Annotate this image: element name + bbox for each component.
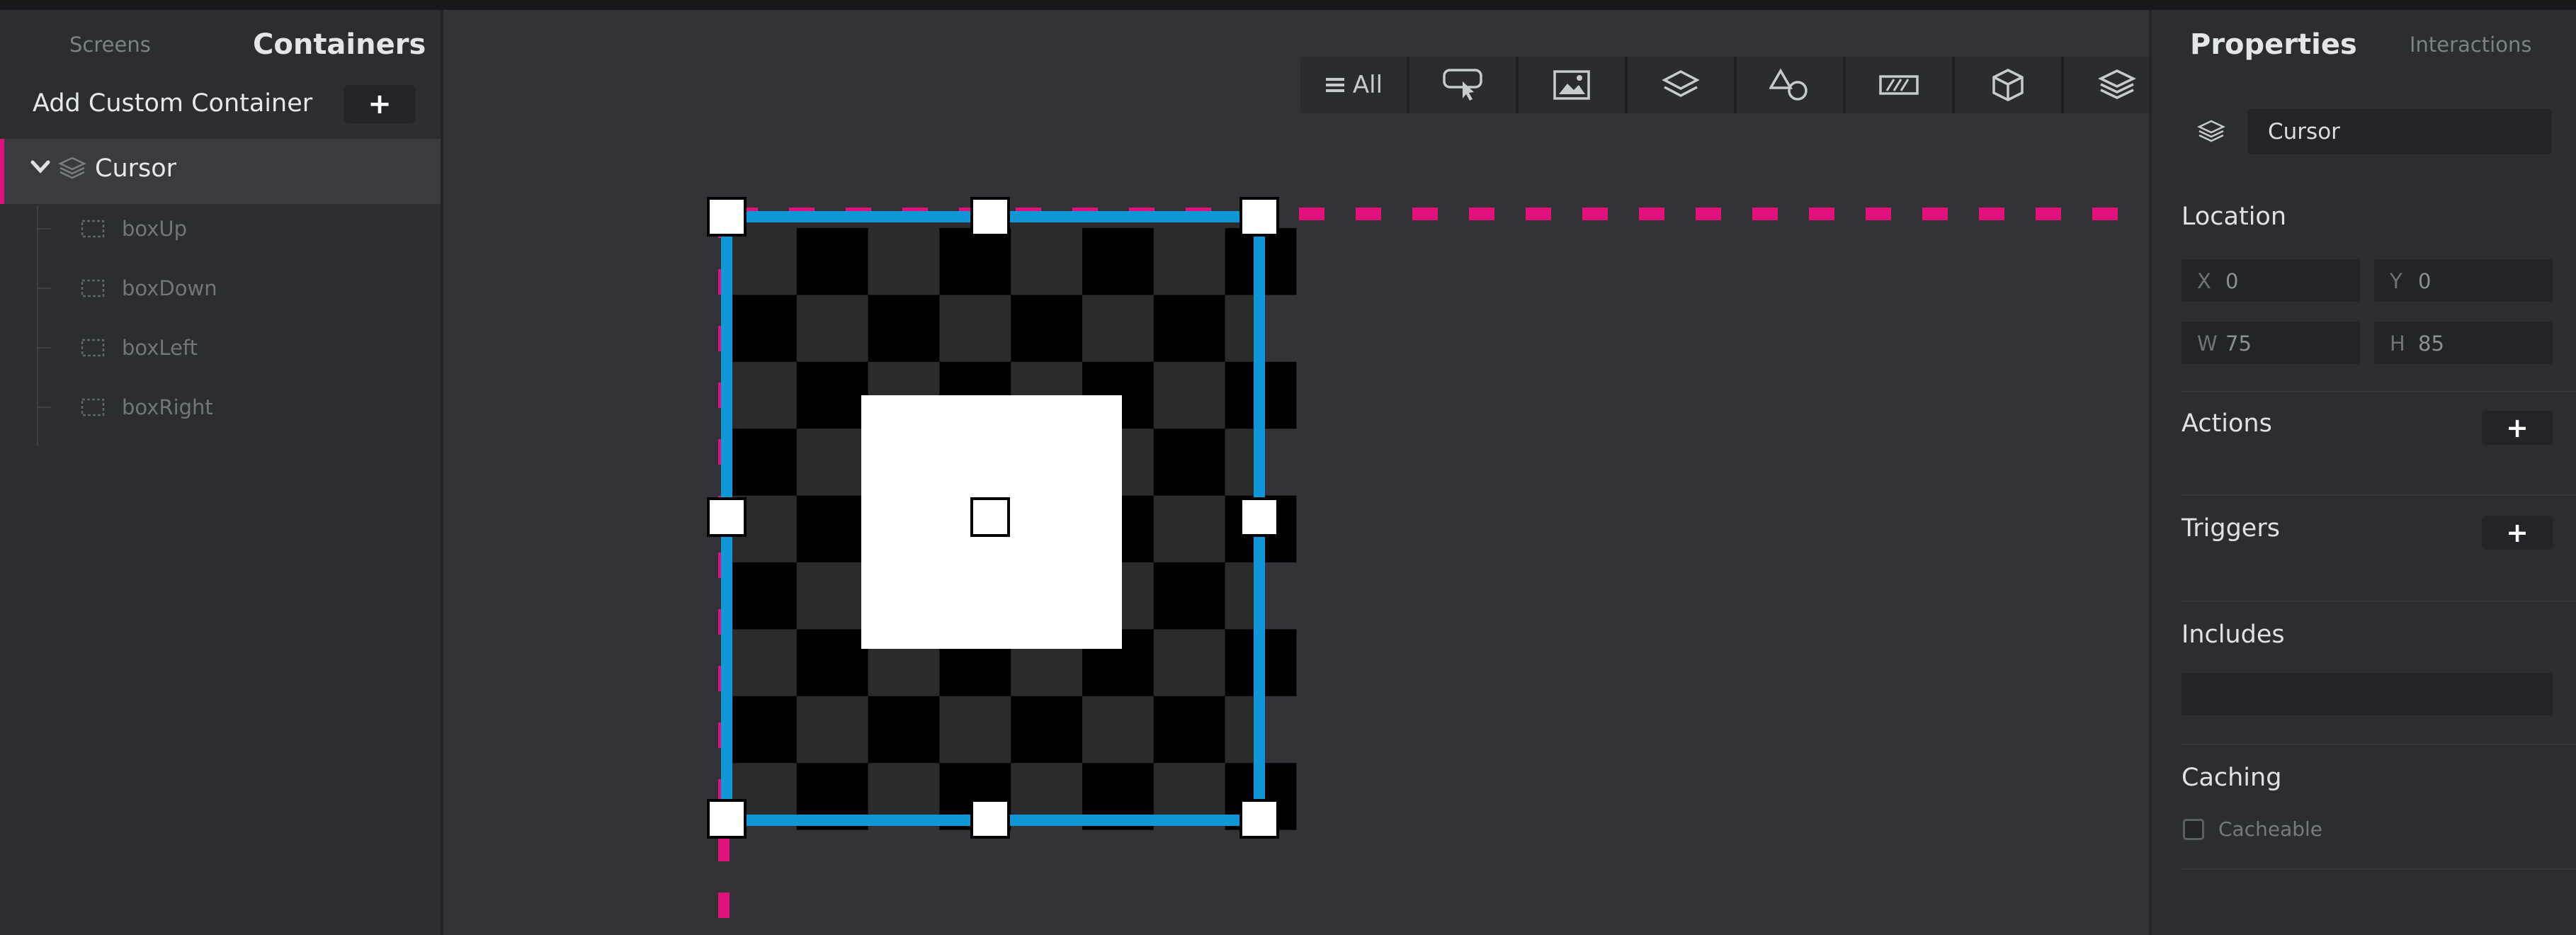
h-key: H <box>2390 332 2405 356</box>
tab-interactions[interactable]: Interactions <box>2410 33 2531 57</box>
properties-panel: Properties Interactions Cursor Location … <box>2149 10 2576 935</box>
add-custom-container-label: Add Custom Container <box>33 89 313 118</box>
checker-cell <box>796 629 868 696</box>
tree-item-label: boxLeft <box>122 336 198 360</box>
checker-cell <box>1082 228 1154 295</box>
h-value: 85 <box>2418 332 2444 356</box>
checker-cell <box>939 228 1011 295</box>
box-icon <box>81 339 105 357</box>
resize-handle-top-right <box>1239 197 1279 237</box>
y-value: 0 <box>2418 269 2432 293</box>
tree-item-cursor[interactable]: Cursor <box>0 139 441 204</box>
caching-title: Caching <box>2181 764 2282 792</box>
layers-icon <box>2197 120 2225 142</box>
tree-item-boxdown[interactable]: boxDown <box>38 259 435 316</box>
resize-handle-top <box>970 197 1010 237</box>
divider <box>2181 601 2576 602</box>
checker-cell <box>1011 696 1082 764</box>
tree-branch <box>38 347 51 348</box>
checker-cell <box>1011 295 1082 362</box>
divider <box>2181 391 2576 392</box>
y-key: Y <box>2390 269 2402 293</box>
divider <box>2181 868 2576 870</box>
x-key: X <box>2197 269 2211 293</box>
tree-branch <box>38 228 51 230</box>
resize-handle-top-left <box>707 197 747 237</box>
checker-cell <box>796 228 868 295</box>
design-canvas[interactable]: All <box>443 10 2170 935</box>
containers-panel: Screens Containers Add Custom Container … <box>0 10 443 935</box>
add-custom-container-button[interactable]: + <box>344 85 415 123</box>
checker-cell <box>796 495 868 562</box>
box-icon <box>81 398 105 416</box>
triggers-title: Triggers <box>2181 514 2280 543</box>
w-value: 75 <box>2225 332 2252 356</box>
divider <box>2181 744 2576 745</box>
window-top-bar <box>0 0 2576 10</box>
tree-branch <box>38 407 51 408</box>
container-name-value: Cursor <box>2268 119 2340 144</box>
cursor-container <box>725 217 1297 830</box>
resize-handle-right <box>1239 497 1279 537</box>
resize-handle-bottom-left <box>707 799 747 839</box>
checker-cell <box>1153 562 1225 630</box>
resize-handle-bottom-right <box>1239 799 1279 839</box>
canvas-overlay <box>707 197 2146 921</box>
w-key: W <box>2197 332 2218 356</box>
cacheable-checkbox[interactable] <box>2183 819 2204 840</box>
location-title: Location <box>2181 203 2287 231</box>
tree-item-boxleft[interactable]: boxLeft <box>38 319 435 375</box>
tree-item-label: Cursor <box>95 154 177 183</box>
width-field[interactable]: W 75 <box>2181 322 2360 364</box>
checker-cell <box>1153 696 1225 764</box>
tree-item-boxup[interactable]: boxUp <box>38 200 435 256</box>
tree-item-label: boxRight <box>122 395 213 419</box>
checker-cell <box>725 429 797 496</box>
checker-cell <box>725 295 797 362</box>
checker-cell <box>868 696 940 764</box>
box-icon <box>81 220 105 238</box>
checker-cell <box>725 696 797 764</box>
tab-screens[interactable]: Screens <box>69 33 151 57</box>
layers-icon <box>58 157 86 179</box>
checker-cell <box>725 562 797 630</box>
plus-icon: + <box>2506 412 2529 443</box>
resize-handle-bottom <box>970 799 1010 839</box>
checker-cell <box>1153 295 1225 362</box>
anchor-handle-center <box>970 497 1010 537</box>
tab-properties[interactable]: Properties <box>2190 28 2357 61</box>
plus-icon: + <box>2506 517 2529 548</box>
tree-item-label: boxDown <box>122 276 217 300</box>
height-field[interactable]: H 85 <box>2374 322 2553 364</box>
includes-title: Includes <box>2181 620 2285 649</box>
add-trigger-button[interactable]: + <box>2482 516 2553 550</box>
plus-icon: + <box>368 88 392 120</box>
tree-item-label: boxUp <box>122 217 188 241</box>
y-field[interactable]: Y 0 <box>2374 259 2553 302</box>
container-name-input[interactable]: Cursor <box>2248 109 2551 154</box>
resize-handle-left <box>707 497 747 537</box>
x-field[interactable]: X 0 <box>2181 259 2360 302</box>
box-icon <box>81 279 105 298</box>
divider <box>2181 494 2576 496</box>
chevron-down-icon[interactable] <box>30 156 51 177</box>
add-action-button[interactable]: + <box>2482 411 2553 445</box>
includes-input[interactable] <box>2181 673 2553 715</box>
actions-title: Actions <box>2181 409 2272 438</box>
tree-branch <box>38 288 51 289</box>
checker-cell <box>1153 429 1225 496</box>
x-value: 0 <box>2225 269 2239 293</box>
checker-cell <box>868 295 940 362</box>
tab-containers[interactable]: Containers <box>253 28 426 61</box>
checker-cell <box>796 361 868 429</box>
cacheable-label: Cacheable <box>2218 817 2323 841</box>
tree-item-boxright[interactable]: boxRight <box>38 378 435 435</box>
